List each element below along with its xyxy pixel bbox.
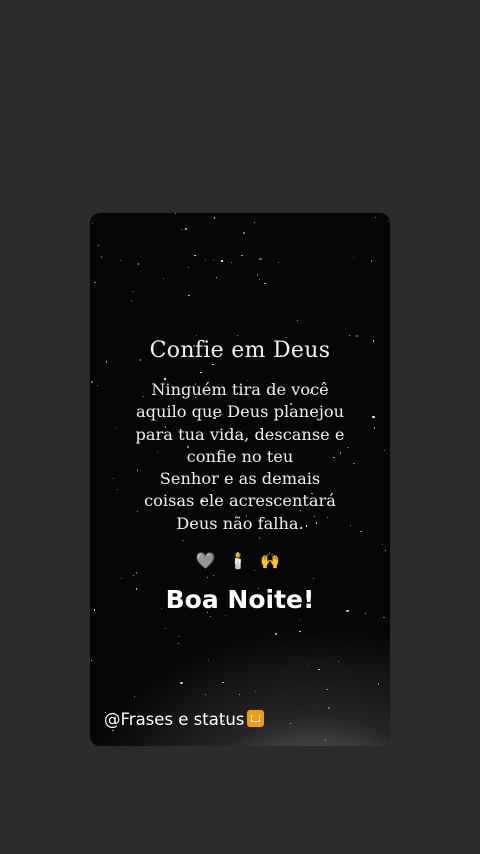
star xyxy=(257,274,259,276)
star xyxy=(130,300,132,302)
star xyxy=(258,537,260,539)
message-line: Senhor e as demais xyxy=(159,469,321,489)
star xyxy=(349,335,351,337)
star xyxy=(195,335,198,337)
star xyxy=(92,222,94,224)
star xyxy=(194,255,196,257)
star xyxy=(296,319,298,322)
star xyxy=(200,371,202,373)
message-line: Ninguém tira de você xyxy=(151,380,329,399)
star xyxy=(352,257,354,259)
star xyxy=(215,276,217,279)
story-card[interactable]: Confie em Deus Ninguém tira de você aqui… xyxy=(90,213,390,746)
star xyxy=(132,291,135,293)
message-line: Deus não falha. xyxy=(176,513,304,533)
star xyxy=(135,572,138,574)
star xyxy=(119,259,121,262)
star xyxy=(182,539,184,542)
star xyxy=(259,258,262,261)
star xyxy=(242,254,244,256)
star xyxy=(212,364,214,366)
star xyxy=(277,261,280,263)
star xyxy=(264,283,266,285)
star xyxy=(387,220,389,222)
message-line: aquilo que Deus planejou xyxy=(135,402,345,422)
star xyxy=(212,258,214,260)
star xyxy=(185,228,187,230)
star xyxy=(180,228,182,230)
star xyxy=(187,267,189,269)
star xyxy=(204,259,206,261)
star xyxy=(236,335,238,337)
star xyxy=(188,294,190,296)
star xyxy=(371,260,373,262)
star xyxy=(253,221,255,224)
star xyxy=(132,574,134,577)
star xyxy=(221,260,223,262)
message-line: para tua vida, descanse e xyxy=(135,424,345,444)
star xyxy=(174,213,176,215)
star xyxy=(207,577,209,579)
star xyxy=(94,282,96,284)
star xyxy=(356,334,359,337)
handle-text: @Frases e status xyxy=(104,710,245,729)
star xyxy=(98,245,100,247)
star xyxy=(243,231,246,234)
author-handle[interactable]: @Frases e status xyxy=(104,710,265,729)
emoji-row: 🩶 🕯️ 🙌 xyxy=(195,553,285,570)
greeting-text: Boa Noite! xyxy=(165,585,315,614)
star xyxy=(138,263,140,265)
star xyxy=(163,277,165,279)
star xyxy=(312,577,314,579)
camera-badge-icon xyxy=(247,710,265,727)
story-title: Confie em Deus xyxy=(149,338,331,363)
star xyxy=(101,256,103,258)
star xyxy=(121,577,123,580)
star xyxy=(231,262,233,264)
story-message: Ninguém tira de você aquilo que Deus pla… xyxy=(90,379,390,535)
message-line: confie no teu xyxy=(186,446,294,466)
message-line: coisas ele acrescentará xyxy=(144,491,336,511)
star xyxy=(375,216,377,218)
star xyxy=(213,217,215,219)
star xyxy=(212,574,215,576)
star xyxy=(381,543,383,545)
star xyxy=(259,278,261,280)
